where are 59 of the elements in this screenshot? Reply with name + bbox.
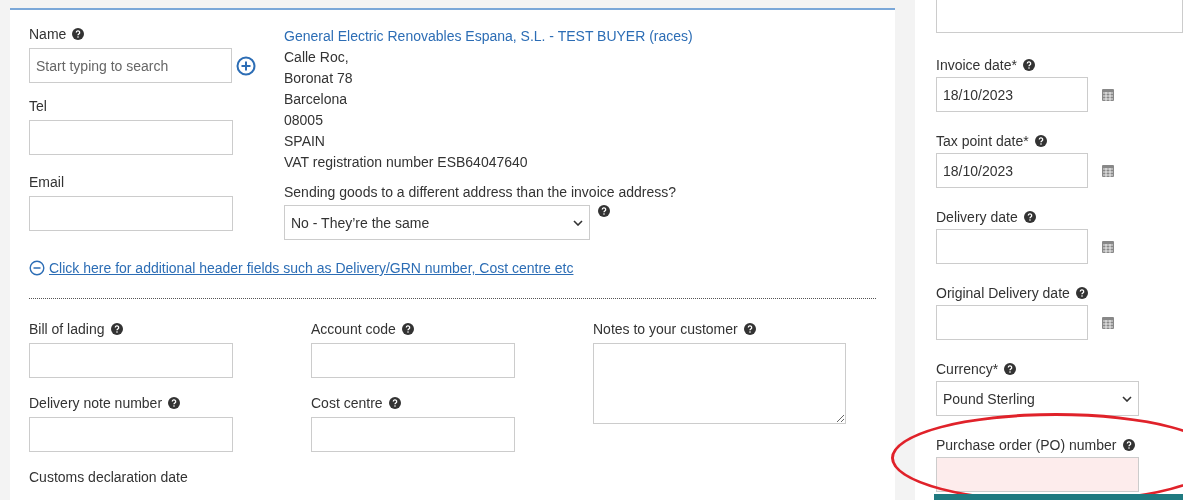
address-line: Barcelona <box>284 90 349 109</box>
field-label: Invoice date* <box>936 57 1017 73</box>
calendar-icon[interactable] <box>1102 240 1114 253</box>
text-field[interactable] <box>311 343 515 378</box>
field-label: Bill of lading <box>29 321 105 337</box>
field-label: Email <box>29 174 64 190</box>
text-field[interactable] <box>311 417 515 452</box>
help-icon[interactable] <box>1023 211 1036 223</box>
currency-select[interactable]: Pound Sterling <box>936 381 1139 416</box>
field-label: Delivery note number <box>29 395 163 411</box>
help-icon[interactable] <box>388 397 401 409</box>
date-field[interactable]: 18/10/2023 <box>936 77 1088 112</box>
text-field[interactable] <box>29 417 233 452</box>
date-field[interactable] <box>936 229 1088 264</box>
text-field[interactable] <box>936 457 1139 492</box>
address-line: Boronat 78 <box>284 69 354 88</box>
buyer-name: General Electric Renovables Espana, S.L. - TEST BUYER (races) <box>284 27 693 46</box>
field-label: Tel <box>29 98 47 114</box>
field-label: Tax point date* <box>936 133 1029 149</box>
field-label: Original Delivery date <box>936 285 1070 301</box>
field-label: Cost centre <box>311 395 383 411</box>
date-field[interactable]: 18/10/2023 <box>936 153 1088 188</box>
help-icon[interactable] <box>1034 135 1047 147</box>
field-label: Currency* <box>936 361 999 377</box>
address-line: SPAIN <box>284 132 326 151</box>
help-icon[interactable] <box>72 28 85 40</box>
field-label: Delivery date <box>936 209 1018 225</box>
help-icon[interactable] <box>168 397 181 409</box>
help-icon[interactable] <box>110 323 123 335</box>
caret-icon <box>573 219 583 226</box>
email-field[interactable] <box>29 196 233 231</box>
caret-icon <box>1122 395 1132 402</box>
help-icon[interactable] <box>1004 363 1017 375</box>
tel-field[interactable] <box>29 120 233 155</box>
field-label: Account code <box>311 321 396 337</box>
help-icon[interactable] <box>1022 59 1035 71</box>
collapse-icon <box>29 260 45 276</box>
field-label: Sending goods to a different address than the invoice address? <box>284 184 676 200</box>
field-label: Customs declaration date <box>29 469 188 485</box>
help-icon[interactable] <box>598 205 610 217</box>
text-field[interactable] <box>29 343 233 378</box>
help-icon[interactable] <box>401 323 414 335</box>
help-icon[interactable] <box>743 323 756 335</box>
address-select[interactable]: No - They’re the same <box>284 205 590 240</box>
field-label: Purchase order (PO) number <box>936 437 1117 453</box>
address-line: Calle Roc, <box>284 48 350 67</box>
address-line: VAT registration number ESB64047640 <box>284 153 529 172</box>
name-search-field[interactable]: Start typing to search <box>29 48 232 83</box>
help-icon[interactable] <box>1122 439 1135 451</box>
calendar-icon[interactable] <box>1102 88 1114 101</box>
field-label: Notes to your customer <box>593 321 738 337</box>
calendar-icon[interactable] <box>1102 316 1114 329</box>
field-label: Name <box>29 26 67 42</box>
help-icon[interactable] <box>1075 287 1088 299</box>
date-field[interactable] <box>936 305 1088 340</box>
additional-fields-link[interactable]: Click here for additional header fields such as Delivery/GRN number, Cost centre etc <box>29 260 574 276</box>
calendar-icon[interactable] <box>1102 164 1114 177</box>
address-line: 08005 <box>284 111 324 130</box>
add-icon[interactable] <box>236 55 256 76</box>
